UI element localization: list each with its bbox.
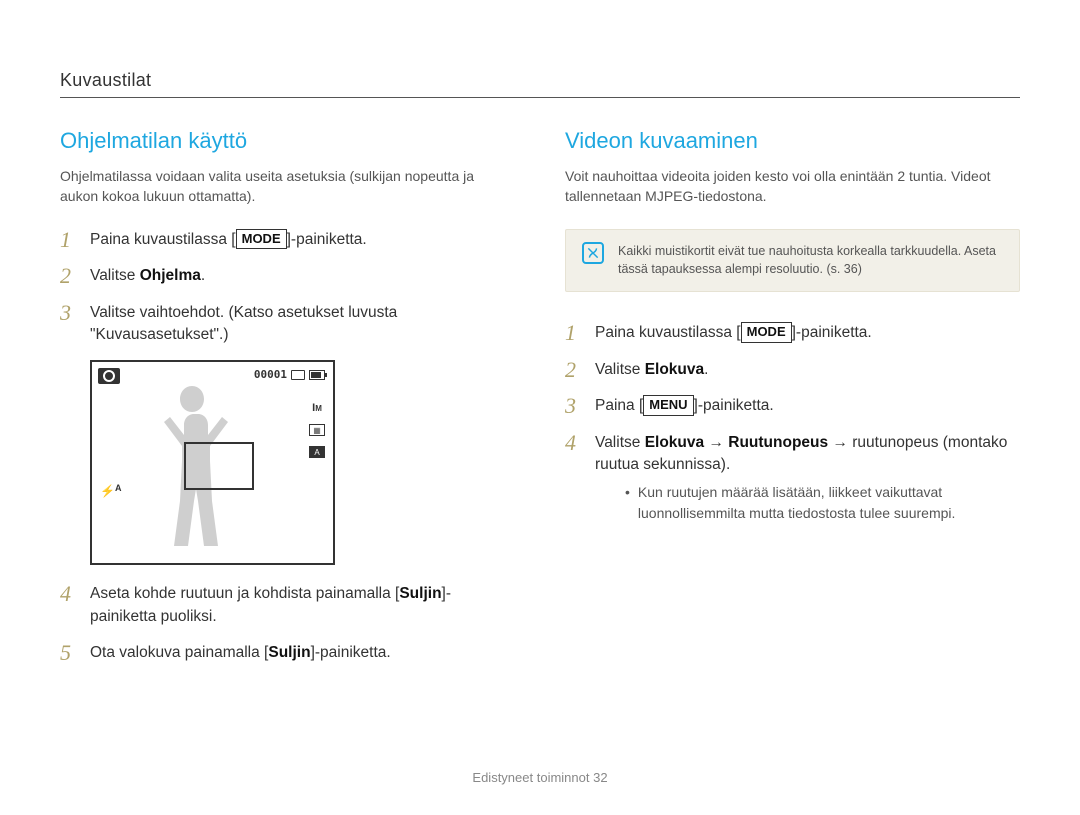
bullet-text: Kun ruutujen määrää lisätään, liikkeet v…: [638, 482, 1020, 524]
right-step-1: 1 Paina kuvaustilassa [MODE]-painiketta.: [565, 322, 1020, 344]
mode-indicator-icon: A: [309, 446, 325, 458]
step-text: Paina [MENU]-painiketta.: [595, 395, 1020, 417]
left-steps-cont: 4 Aseta kohde ruutuun ja kohdista painam…: [60, 583, 515, 664]
mode-button-label: MODE: [236, 229, 287, 250]
step-text: Ota valokuva painamalla [Suljin]-painike…: [90, 642, 515, 664]
left-column: Ohjelmatilan käyttö Ohjelmatilassa voida…: [60, 128, 515, 760]
text-part: Valitse: [595, 361, 645, 378]
camera-screen-illustration: 00001 IM ▦ A ⚡A: [90, 360, 335, 565]
text-part: .: [201, 267, 205, 284]
left-step-4: 4 Aseta kohde ruutuun ja kohdista painam…: [60, 583, 515, 628]
arrow: →: [828, 434, 852, 451]
step-number: 3: [565, 395, 583, 417]
text-part: ]-painiketta.: [694, 397, 774, 414]
footer-chapter: Edistyneet toiminnot: [472, 770, 589, 785]
step-number: 4: [60, 583, 78, 605]
bullet-dot: •: [625, 482, 630, 524]
footer-page-number: 32: [593, 770, 607, 785]
step-number: 3: [60, 302, 78, 324]
mode-button-label: MODE: [741, 322, 792, 343]
menu-button-label: MENU: [643, 395, 693, 416]
right-column: Videon kuvaaminen Voit nauhoittaa videoi…: [565, 128, 1020, 760]
step-text: Paina kuvaustilassa [MODE]-painiketta.: [90, 229, 515, 251]
step-number: 2: [565, 359, 583, 381]
step-number: 1: [565, 322, 583, 344]
text-part: ]-painiketta.: [311, 644, 391, 661]
right-step-2: 2 Valitse Elokuva.: [565, 359, 1020, 381]
bold-text: Ohjelma: [140, 267, 201, 284]
step-text: Aseta kohde ruutuun ja kohdista painamal…: [90, 583, 515, 628]
right-step-4: 4 Valitse Elokuva → Ruutunopeus → ruutun…: [565, 432, 1020, 525]
flash-auto-icon: ⚡A: [100, 483, 121, 498]
camera-mode-icon: [98, 368, 120, 384]
step-text: Paina kuvaustilassa [MODE]-painiketta.: [595, 322, 1020, 344]
text-part: ]-painiketta.: [792, 324, 872, 341]
note-box: Kaikki muistikortit eivät tue nauhoitust…: [565, 229, 1020, 293]
shot-counter: 00001: [254, 368, 287, 381]
bold-text: Suljin: [399, 585, 441, 602]
left-steps: 1 Paina kuvaustilassa [MODE]-painiketta.…: [60, 229, 515, 347]
battery-icon: [309, 370, 325, 380]
page-footer: Edistyneet toiminnot 32: [60, 760, 1020, 785]
step-number: 5: [60, 642, 78, 664]
right-section-title: Videon kuvaaminen: [565, 128, 1020, 154]
left-section-title: Ohjelmatilan käyttö: [60, 128, 515, 154]
text-part: Aseta kohde ruutuun ja kohdista painamal…: [90, 585, 399, 602]
right-step-3: 3 Paina [MENU]-painiketta.: [565, 395, 1020, 417]
left-step-2: 2 Valitse Ohjelma.: [60, 265, 515, 287]
step-number: 2: [60, 265, 78, 287]
left-step-5: 5 Ota valokuva painamalla [Suljin]-paini…: [60, 642, 515, 664]
text-part: Paina kuvaustilassa [: [595, 324, 741, 341]
page-header: Kuvaustilat: [60, 70, 1020, 98]
left-section-desc: Ohjelmatilassa voidaan valita useita ase…: [60, 166, 515, 207]
step-number: 1: [60, 229, 78, 251]
left-step-3: 3 Valitse vaihtoehdot. (Katso asetukset …: [60, 302, 515, 347]
arrow: →: [704, 434, 728, 451]
bold-text: Suljin: [268, 644, 310, 661]
quality-icon: ▦: [309, 424, 325, 436]
camera-top-right-status: 00001: [254, 368, 325, 381]
text-part: Paina [: [595, 397, 643, 414]
text-part: Paina kuvaustilassa [: [90, 231, 236, 248]
text-part: .: [704, 361, 708, 378]
step-text: Valitse Ohjelma.: [90, 265, 515, 287]
sub-bullet: • Kun ruutujen määrää lisätään, liikkeet…: [625, 482, 1020, 524]
right-steps: 1 Paina kuvaustilassa [MODE]-painiketta.…: [565, 322, 1020, 524]
right-section-desc: Voit nauhoittaa videoita joiden kesto vo…: [565, 166, 1020, 207]
text-part: Ota valokuva painamalla [: [90, 644, 268, 661]
focus-rectangle: [184, 442, 254, 490]
text-part: Valitse: [595, 434, 645, 451]
text-part: ]-painiketta.: [287, 231, 367, 248]
left-step-1: 1 Paina kuvaustilassa [MODE]-painiketta.: [60, 229, 515, 251]
bold-text: Ruutunopeus: [728, 434, 828, 451]
step-text: Valitse Elokuva → Ruutunopeus → ruutunop…: [595, 432, 1020, 525]
step-number: 4: [565, 432, 583, 454]
header-section-title: Kuvaustilat: [60, 70, 1020, 91]
bold-text: Elokuva: [645, 434, 704, 451]
note-icon: [582, 242, 604, 264]
step-text: Valitse vaihtoehdot. (Katso asetukset lu…: [90, 302, 515, 347]
resolution-icon: IM: [312, 402, 322, 414]
camera-right-indicators: IM ▦ A: [309, 402, 325, 458]
text-part: Valitse: [90, 267, 140, 284]
note-text: Kaikki muistikortit eivät tue nauhoitust…: [618, 242, 1003, 280]
step-text: Valitse Elokuva.: [595, 359, 1020, 381]
sd-card-icon: [291, 370, 305, 380]
bold-text: Elokuva: [645, 361, 704, 378]
